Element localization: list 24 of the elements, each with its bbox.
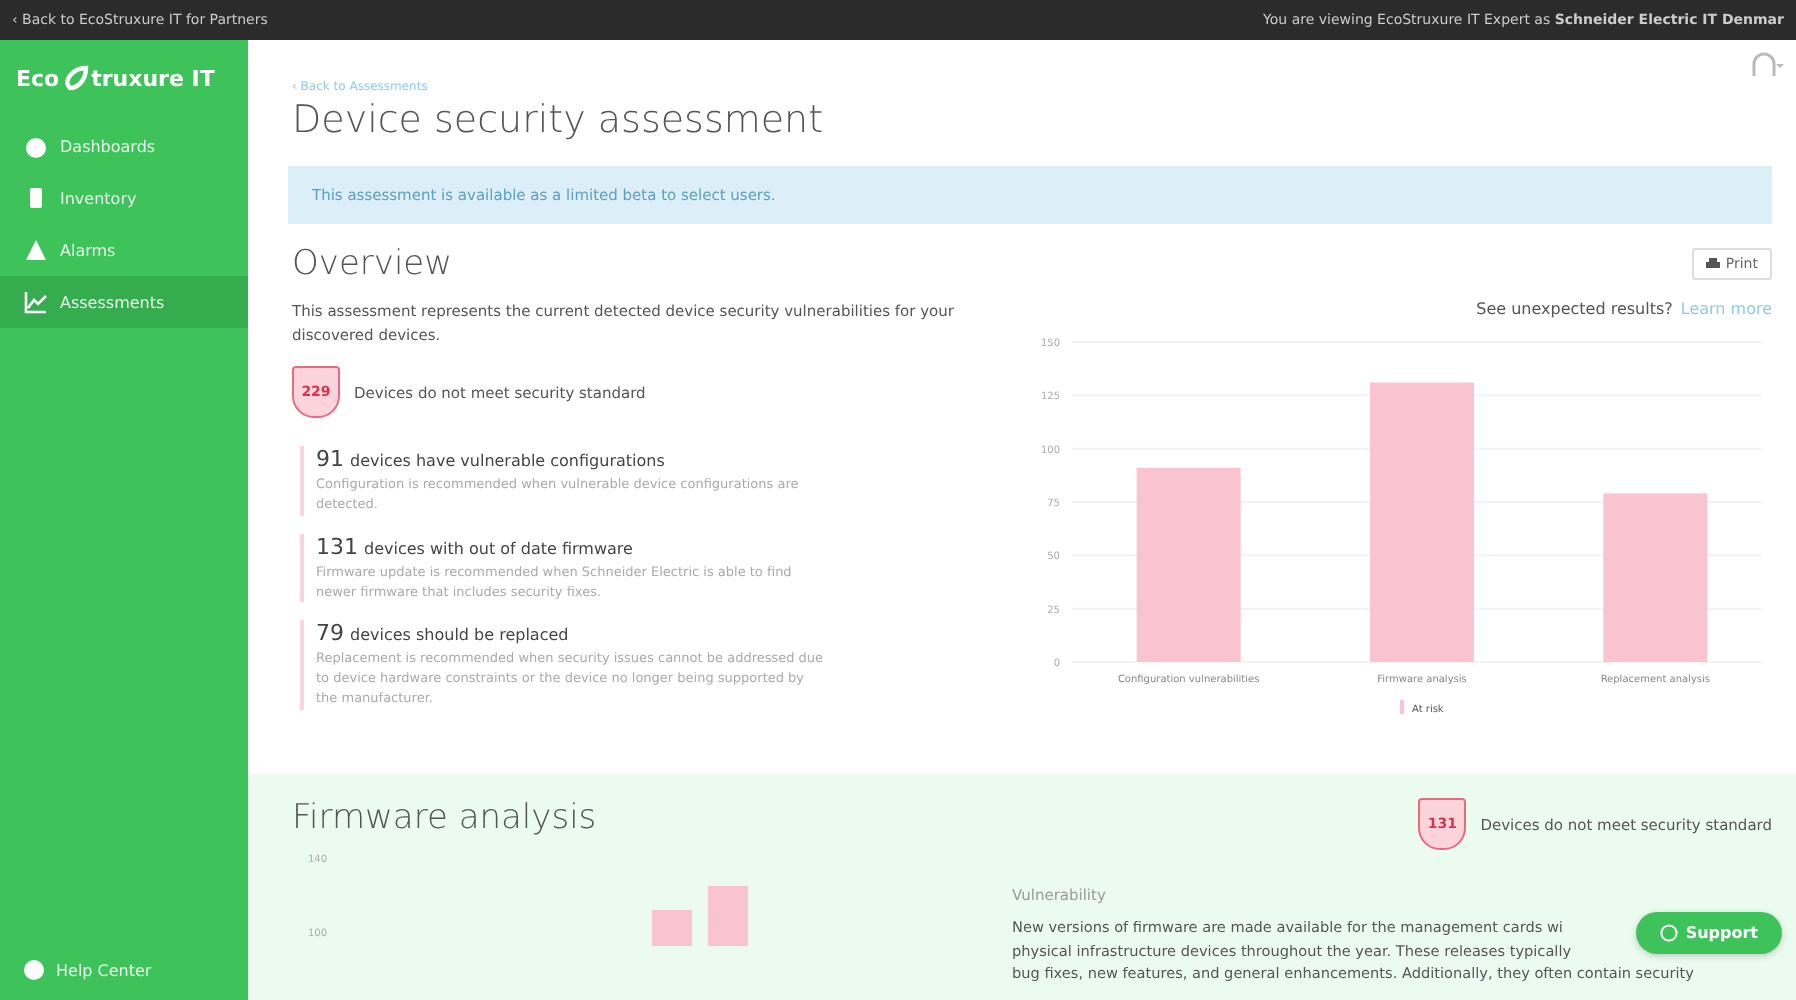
logo-icon [61, 64, 90, 92]
chart-icon [24, 290, 48, 314]
logo-text: truxure IT [91, 65, 215, 91]
finding-title: 131 devices with out of date firmware [316, 533, 635, 560]
help-link[interactable]: Help Center [0, 940, 248, 1000]
unexpected-text: See unexpected results? [1476, 300, 1673, 318]
printer-icon [1705, 258, 1720, 270]
nav-item[interactable]: Assessments [0, 276, 248, 328]
support-button[interactable]: Support [1635, 912, 1782, 954]
nav-item[interactable]: Inventory [0, 172, 248, 224]
finding-title: 91 devices have vulnerable configurations [316, 446, 667, 473]
bar [708, 886, 748, 946]
section-title: Firmware analysis [292, 798, 599, 838]
warning-icon [24, 238, 48, 262]
logo-text: Eco [16, 65, 60, 91]
device-icon [24, 186, 48, 210]
user-icon[interactable] [1752, 52, 1784, 76]
page-title: Device security assessment [292, 98, 826, 142]
nav-item[interactable]: Dashboards [0, 120, 248, 172]
section-title: Overview [292, 244, 455, 284]
finding-title: 79 devices should be replaced [316, 620, 571, 647]
nav-item[interactable]: Alarms [0, 224, 248, 276]
learn-more-link[interactable]: Learn more [1680, 300, 1772, 318]
bar [652, 910, 692, 946]
